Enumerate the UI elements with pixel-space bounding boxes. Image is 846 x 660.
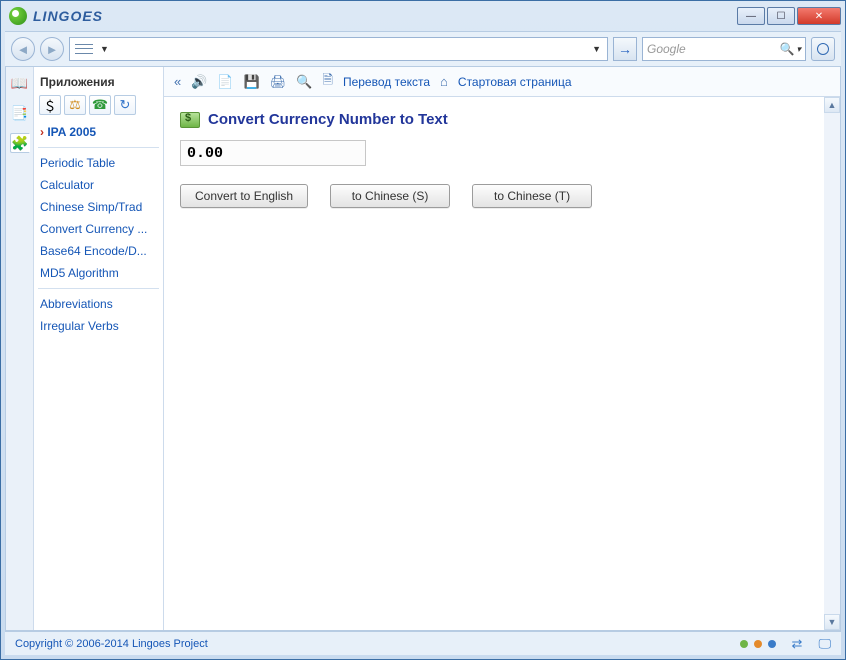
chevron-down-icon[interactable]: ▼ (588, 44, 605, 54)
balance-icon[interactable]: ⚖ (64, 95, 86, 115)
tab-applications[interactable]: 🧩 (10, 133, 30, 153)
side-tabs: 📖 📑 🧩 (6, 67, 34, 630)
copy-icon[interactable]: 📄 (217, 74, 233, 90)
currency-icon (180, 112, 200, 128)
window-buttons: — ☐ ✕ (737, 7, 841, 25)
scroll-down-button[interactable]: ▼ (824, 614, 840, 630)
sidebar-item[interactable]: Convert Currency ... (38, 218, 159, 240)
sidebar-item[interactable]: Irregular Verbs (38, 315, 159, 337)
sidebar-item[interactable]: Periodic Table (38, 152, 159, 174)
link-icon[interactable]: ⇄ (792, 636, 803, 652)
refresh-icon[interactable]: ↻ (114, 95, 136, 115)
app-title: LINGOES (33, 8, 737, 24)
web-search-input[interactable]: Google 🔍 ▾ (642, 37, 806, 61)
tab-dictionaries[interactable]: 📖 (10, 73, 30, 93)
button-row: Convert to English to Chinese (S) to Chi… (180, 184, 824, 208)
close-button[interactable]: ✕ (797, 7, 841, 25)
copyright-text: Copyright © 2006-2014 Lingoes Project (15, 638, 208, 650)
speaker-icon[interactable]: 🔊 (191, 74, 207, 90)
print-icon[interactable]: 🖨 (270, 74, 287, 90)
home-link[interactable]: Стартовая страница (458, 75, 572, 89)
sidebar-item[interactable]: Chinese Simp/Trad (38, 196, 159, 218)
app-window: LINGOES — ☐ ✕ ◄ ► ▼ ▼ → Google 🔍 ▾ 📖 📑 🧩 (0, 0, 846, 660)
sidebar-item[interactable]: MD5 Algorithm (38, 262, 159, 284)
main-panel: « 🔊 📄 💾 🖨 🔍 🗎 Перевод текста ⌂ Стартовая… (164, 67, 840, 630)
status-dot-orange (754, 640, 762, 648)
title-bar: LINGOES — ☐ ✕ (1, 1, 845, 31)
tab-index[interactable]: 📑 (10, 103, 30, 123)
status-dot-green (740, 640, 748, 648)
menu-button[interactable] (811, 37, 835, 61)
find-icon[interactable]: 🔍 (296, 74, 312, 90)
monitor-icon[interactable]: 🖵 (818, 636, 831, 652)
search-icon[interactable]: 🔍 (780, 42, 795, 56)
sidebar-header: Приложения (38, 71, 159, 93)
engine-placeholder: Google (647, 42, 686, 56)
main-toolbar: ◄ ► ▼ ▼ → Google 🔍 ▾ (5, 31, 841, 67)
save-icon[interactable]: 💾 (244, 74, 260, 90)
list-icon (75, 42, 93, 56)
maximize-button[interactable]: ☐ (767, 7, 795, 25)
status-bar: Copyright © 2006-2014 Lingoes Project ⇄ … (5, 631, 841, 655)
sidebar: Приложения ＄ ⚖ ☎ ↻ IPA 2005 Periodic Tab… (34, 67, 164, 630)
convert-chinese-t-button[interactable]: to Chinese (T) (472, 184, 592, 208)
sidebar-item[interactable]: Abbreviations (38, 293, 159, 315)
content-area: Convert Currency Number to Text Convert … (164, 97, 840, 630)
chevrons-left-icon[interactable]: « (174, 74, 181, 89)
chevron-down-icon[interactable]: ▾ (796, 44, 801, 55)
page-title: Convert Currency Number to Text (180, 111, 824, 128)
sidebar-item[interactable]: Calculator (38, 174, 159, 196)
scroll-up-button[interactable]: ▲ (824, 97, 840, 113)
minimize-button[interactable]: — (737, 7, 765, 25)
go-button[interactable]: → (613, 37, 637, 61)
chevron-down-icon[interactable]: ▼ (96, 44, 113, 54)
amount-input[interactable] (180, 140, 366, 166)
sidebar-item-ipa[interactable]: IPA 2005 (38, 121, 159, 143)
translate-icon: 🗎 (323, 71, 333, 93)
app-icon (9, 7, 27, 25)
home-icon: ⌂ (440, 74, 448, 89)
status-dot-blue (768, 640, 776, 648)
link-bar: « 🔊 📄 💾 🖨 🔍 🗎 Перевод текста ⌂ Стартовая… (164, 67, 840, 97)
body: 📖 📑 🧩 Приложения ＄ ⚖ ☎ ↻ IPA 2005 Period… (5, 67, 841, 631)
currency-icon[interactable]: ＄ (39, 95, 61, 115)
sidebar-item[interactable]: Base64 Encode/D... (38, 240, 159, 262)
translate-link[interactable]: Перевод текста (343, 75, 430, 89)
status-indicators: ⇄ 🖵 (740, 636, 831, 652)
convert-english-button[interactable]: Convert to English (180, 184, 308, 208)
nav-forward-button[interactable]: ► (40, 37, 64, 61)
scrollbar[interactable]: ▲ ▼ (824, 97, 840, 630)
nav-back-button[interactable]: ◄ (11, 37, 35, 61)
phone-icon[interactable]: ☎ (89, 95, 111, 115)
sidebar-shortcuts: ＄ ⚖ ☎ ↻ (38, 93, 159, 121)
convert-chinese-s-button[interactable]: to Chinese (S) (330, 184, 450, 208)
lookup-input[interactable]: ▼ ▼ (69, 37, 608, 61)
